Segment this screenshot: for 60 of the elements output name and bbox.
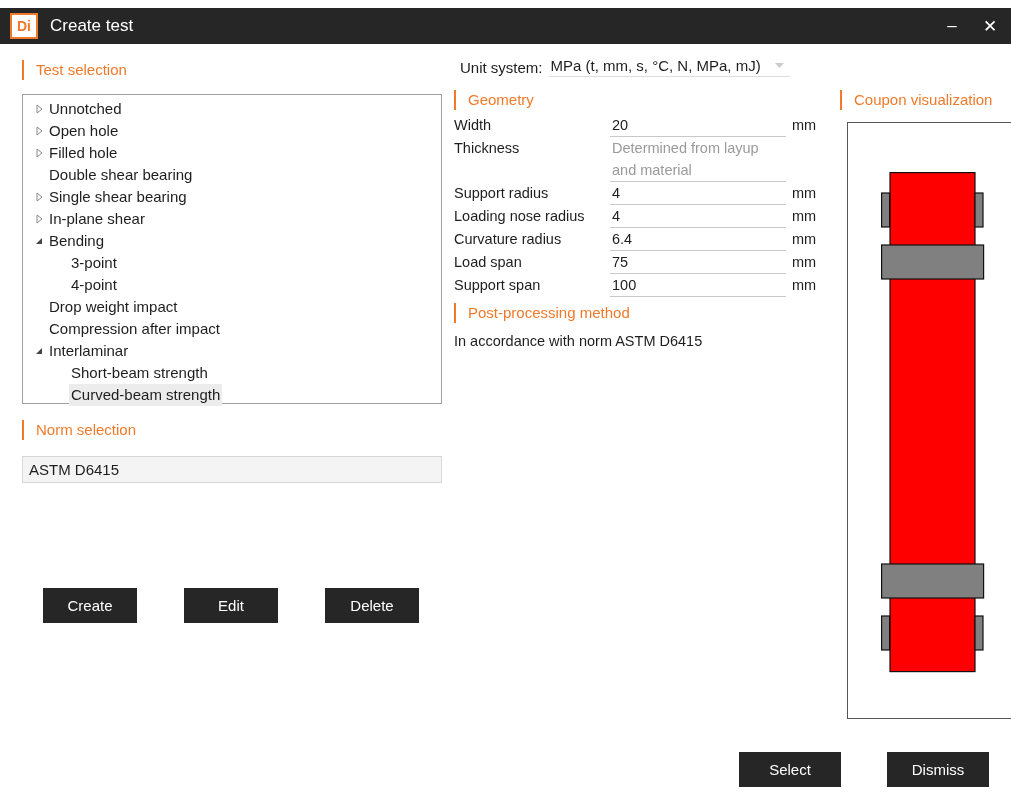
unit-label: mm <box>791 253 818 272</box>
unit-label: mm <box>791 184 818 203</box>
app-logo: Di <box>10 13 38 39</box>
tree-item[interactable]: In-plane shear <box>47 208 147 230</box>
tree-item[interactable]: Single shear bearing <box>47 186 189 208</box>
tree-item[interactable]: Bending <box>47 230 107 252</box>
unit-label: mm <box>791 276 818 295</box>
tree-item[interactable]: Drop weight impact <box>47 296 180 318</box>
input-field[interactable]: 75 <box>610 251 786 274</box>
input-field[interactable]: 6.4 <box>610 228 786 251</box>
minimize-button[interactable]: – <box>939 16 965 36</box>
action-button[interactable]: Delete <box>325 588 419 623</box>
collapsed-triangle-icon[interactable] <box>35 192 43 202</box>
tree-item[interactable]: Filled hole <box>47 142 120 164</box>
field-label: Support span <box>454 276 542 295</box>
field-label: Loading nose radius <box>454 207 586 226</box>
input-field[interactable]: 20 <box>610 114 786 137</box>
norm-field[interactable]: ASTM D6415 <box>22 456 442 483</box>
input-field[interactable]: 4 <box>610 182 786 205</box>
tree-item[interactable]: 4-point <box>69 274 119 296</box>
section-heading: Post-processing method <box>454 303 828 323</box>
collapsed-triangle-icon[interactable] <box>35 214 43 224</box>
field-label: Curvature radius <box>454 230 563 249</box>
input-field[interactable]: 100 <box>610 274 786 297</box>
footer-button[interactable]: Select <box>739 752 841 787</box>
section-heading: Norm selection <box>22 420 442 440</box>
collapsed-triangle-icon[interactable] <box>35 104 43 114</box>
expanded-triangle-icon[interactable] <box>35 347 43 355</box>
section-heading: Coupon visualization <box>840 90 1011 110</box>
field-label: Support radius <box>454 184 550 203</box>
unit-label: mm <box>791 230 818 249</box>
unit-system-dropdown[interactable]: MPa (t, mm, s, °C, N, MPa, mJ) <box>548 57 790 77</box>
post-processing-text: In accordance with norm ASTM D6415 <box>454 333 704 349</box>
action-button[interactable]: Create <box>43 588 137 623</box>
tree-item[interactable]: Curved-beam strength <box>69 384 223 406</box>
input-field[interactable]: 4 <box>610 205 786 228</box>
unit-label: mm <box>791 207 818 226</box>
section-heading: Geometry <box>454 90 828 110</box>
expanded-triangle-icon[interactable] <box>35 237 43 245</box>
field-label: Load span <box>454 253 523 272</box>
collapsed-triangle-icon[interactable] <box>35 126 43 136</box>
tree-item[interactable]: Open hole <box>47 120 121 142</box>
tree-item[interactable]: Double shear bearing <box>47 164 195 186</box>
unit-system-label: Unit system: <box>460 58 543 76</box>
derived-value: Determined from layup and material <box>610 137 786 182</box>
tree-item[interactable]: Short-beam strength <box>69 362 210 384</box>
collapsed-triangle-icon[interactable] <box>35 148 43 158</box>
unit-label: mm <box>791 116 818 135</box>
tree-item[interactable]: 3-point <box>69 252 119 274</box>
tree-item[interactable]: Interlaminar <box>47 340 131 362</box>
footer-button[interactable]: Dismiss <box>887 752 989 787</box>
dropdown-caret-icon <box>774 63 784 68</box>
tree-item[interactable]: Unnotched <box>47 98 124 120</box>
close-button[interactable]: ✕ <box>977 15 1003 37</box>
tree-item[interactable]: Compression after impact <box>47 318 222 340</box>
action-button[interactable]: Edit <box>184 588 278 623</box>
window-title: Create test <box>50 16 135 36</box>
field-label: Width <box>454 116 493 135</box>
section-heading: Test selection <box>22 60 442 80</box>
field-label: Thickness <box>454 139 521 158</box>
